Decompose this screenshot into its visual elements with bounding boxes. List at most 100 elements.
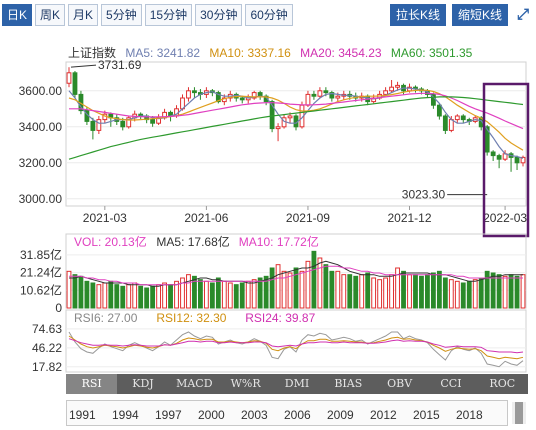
tech-tab-rsi[interactable]: RSI: [66, 374, 118, 394]
candle-up: [335, 95, 341, 99]
volume-bar-down: [108, 280, 114, 309]
volume-bar-up: [377, 279, 383, 309]
stretch-kline-button[interactable]: 拉长K线: [389, 4, 446, 26]
candle-up: [448, 119, 454, 131]
volume-tick-label: 10.62亿: [20, 282, 62, 297]
timeline-year: 1994: [112, 408, 139, 422]
volume-bar-up: [371, 277, 377, 309]
rsi-tick-label: 46.22: [32, 341, 62, 355]
volume-bar-down: [168, 284, 173, 309]
volume-bar-down: [120, 285, 126, 309]
volume-bar-down: [72, 274, 78, 309]
volume-bar-down: [78, 275, 84, 309]
timeline-labels: 1991 1994 1997 2000 2003 2006 2009 2012 2015 2018: [67, 405, 507, 425]
volume-bar-up: [162, 282, 167, 309]
volume-bar-up: [227, 282, 233, 309]
volume-bar-up: [299, 270, 305, 309]
tab-5min[interactable]: 5分钟: [101, 4, 142, 26]
toolbar: 拉长K线 缩短K线: [389, 4, 508, 26]
tech-tab-bias[interactable]: BIAS: [323, 374, 374, 394]
shrink-kline-button[interactable]: 缩短K线: [451, 4, 508, 26]
candle-down: [72, 72, 78, 95]
candle-up: [454, 115, 460, 121]
volume-bar-up: [203, 280, 209, 309]
volume-bar-down: [466, 280, 472, 309]
timeline-year: 1991: [69, 408, 96, 422]
volume-bar-down: [323, 264, 329, 309]
candle-down: [490, 151, 496, 157]
volume-bar-up: [454, 280, 460, 309]
volume-bar-down: [353, 275, 359, 309]
rsi24-legend: RSI24: 39.87: [245, 311, 315, 325]
main-panel-frame: [65, 61, 527, 207]
timeline-year: 1997: [155, 408, 182, 422]
candle-down: [514, 156, 520, 164]
candle-down: [436, 104, 442, 117]
volume-bar-up: [317, 257, 323, 309]
tech-tab-macd[interactable]: MACD: [169, 374, 220, 394]
tech-tab-roc[interactable]: ROC: [477, 374, 528, 394]
candle-down: [239, 97, 245, 101]
tab-monthly[interactable]: 月K: [68, 4, 99, 26]
tech-tab-obv[interactable]: OBV: [374, 374, 425, 394]
tech-tab-wpctr[interactable]: W%R: [220, 374, 271, 394]
volume-bar-up: [96, 284, 102, 309]
x-tick-label: 2021-06: [184, 211, 228, 225]
period-tabs: 日K 周K 月K 5分钟 15分钟 30分钟 60分钟: [2, 4, 293, 26]
candle-down: [90, 120, 96, 131]
volume-bar-down: [496, 274, 502, 309]
rsi6-legend: RSI6: 27.00: [74, 311, 138, 325]
timeline-year: 2003: [241, 408, 268, 422]
tab-daily[interactable]: 日K: [2, 4, 33, 26]
y-tick-label: 3400.00: [19, 120, 63, 134]
y-tick-label: 3600.00: [19, 84, 63, 98]
volume-bar-up: [502, 275, 508, 309]
volume-tick-label: 0: [55, 301, 62, 315]
volume-bar-up: [281, 270, 287, 309]
tech-tab-kdj[interactable]: KDJ: [117, 374, 168, 394]
timeline-year: 2009: [327, 408, 354, 422]
candle-down: [442, 115, 448, 131]
tab-15min[interactable]: 15分钟: [144, 4, 193, 26]
candle-down: [120, 120, 126, 128]
candle-up: [395, 84, 400, 88]
volume-bar-up: [221, 280, 227, 309]
tab-60min[interactable]: 60分钟: [245, 4, 293, 26]
volume-bar-up: [66, 270, 72, 309]
volume-bar-down: [209, 282, 215, 309]
volume-bar-down: [311, 250, 317, 309]
tab-30min[interactable]: 30分钟: [195, 4, 243, 26]
candle-down: [496, 155, 502, 160]
tech-tab-cci[interactable]: CCI: [425, 374, 476, 394]
x-tick-label: 2021-12: [387, 211, 431, 225]
volume-bar-down: [508, 274, 514, 309]
timeline-year: 2015: [413, 408, 440, 422]
candle-up: [317, 90, 323, 97]
timeline-navigator[interactable]: 1991 1994 1997 2000 2003 2006 2009 2012 2015 2018: [66, 400, 508, 426]
candle-up: [389, 86, 394, 92]
volume-bar-down: [269, 267, 275, 309]
volume-bar-up: [359, 274, 365, 309]
tech-tab-dmi[interactable]: DMI: [271, 374, 322, 394]
timeline-year: 2006: [284, 408, 311, 422]
x-tick-label: 2021-03: [83, 211, 127, 225]
volume-bar-down: [198, 279, 203, 309]
candle-down: [460, 115, 466, 121]
candle-up: [305, 93, 311, 106]
tab-weekly[interactable]: 周K: [35, 4, 66, 26]
timeline-drag-handle[interactable]: [512, 402, 526, 424]
volume-bar-up: [287, 272, 293, 309]
vol-legend: VOL: 20.13亿: [74, 234, 147, 249]
volume-bar-up: [472, 279, 478, 309]
volume-bar-down: [419, 275, 424, 309]
volume-bar-up: [389, 274, 394, 309]
volume-bar-down: [233, 284, 239, 309]
x-tick-label: 2021-09: [286, 211, 330, 225]
volume-bar-down: [425, 274, 430, 309]
expand-icon[interactable]: ⤢: [514, 6, 532, 24]
volume-bar-down: [239, 282, 245, 309]
timeline-year: 2000: [198, 408, 225, 422]
volume-bar-down: [430, 272, 436, 309]
vol-ma10-legend: MA10: 17.72亿: [239, 234, 319, 249]
candle-down: [192, 90, 197, 94]
